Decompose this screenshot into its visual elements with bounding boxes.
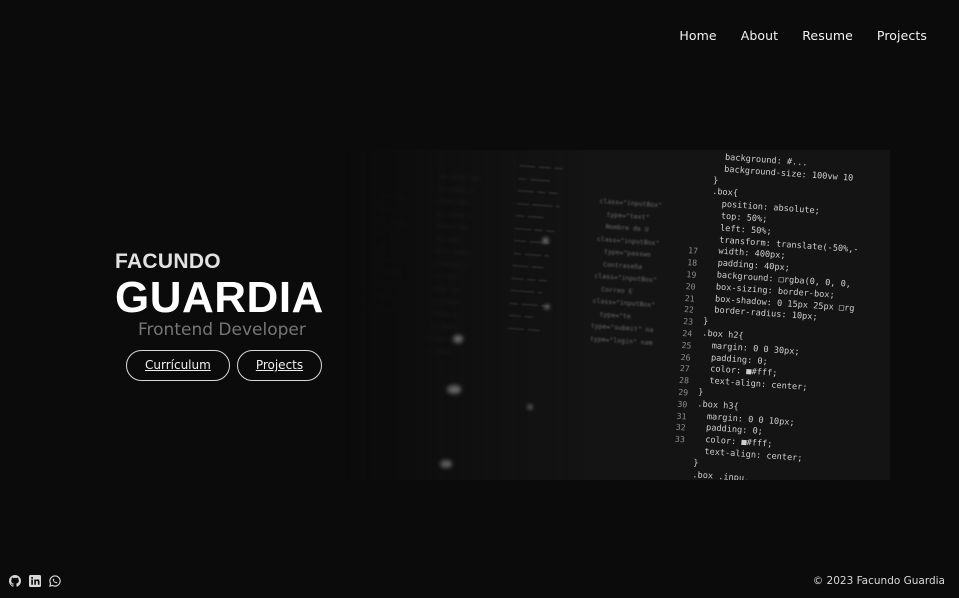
hero-code-image: ──── ── ──── ─ ─── ──── ── ── ──── ─ ───… (345, 150, 890, 480)
top-nav: Home About Resume Projects (679, 28, 927, 43)
social-links (9, 575, 61, 587)
hero-buttons: Currículum Projects (126, 350, 324, 381)
portfolio-page: Home About Resume Projects ──── ── ──── … (0, 0, 959, 598)
whatsapp-icon[interactable] (49, 575, 61, 587)
nav-projects[interactable]: Projects (877, 28, 927, 43)
first-name: FACUNDO (115, 250, 221, 273)
code-screen: ──── ── ──── ─ ─── ──── ── ── ──── ─ ───… (345, 150, 890, 480)
nav-about[interactable]: About (741, 28, 778, 43)
curriculum-button[interactable]: Currículum (126, 350, 230, 381)
github-icon[interactable] (9, 575, 21, 587)
projects-button[interactable]: Projects (236, 350, 323, 381)
nav-resume[interactable]: Resume (802, 28, 853, 43)
line-number: 33 (674, 433, 686, 445)
copyright-text: © 2023 Facundo Guardia (812, 575, 945, 587)
linkedin-icon[interactable] (29, 575, 41, 587)
job-title: Frontend Developer (138, 320, 306, 340)
nav-home[interactable]: Home (679, 28, 716, 43)
hero-intro: FACUNDO GUARDIA Frontend Developer Currí… (115, 250, 324, 381)
last-name: GUARDIA (115, 273, 324, 322)
code-text: background: #... background-size: 100vw … (692, 152, 875, 480)
